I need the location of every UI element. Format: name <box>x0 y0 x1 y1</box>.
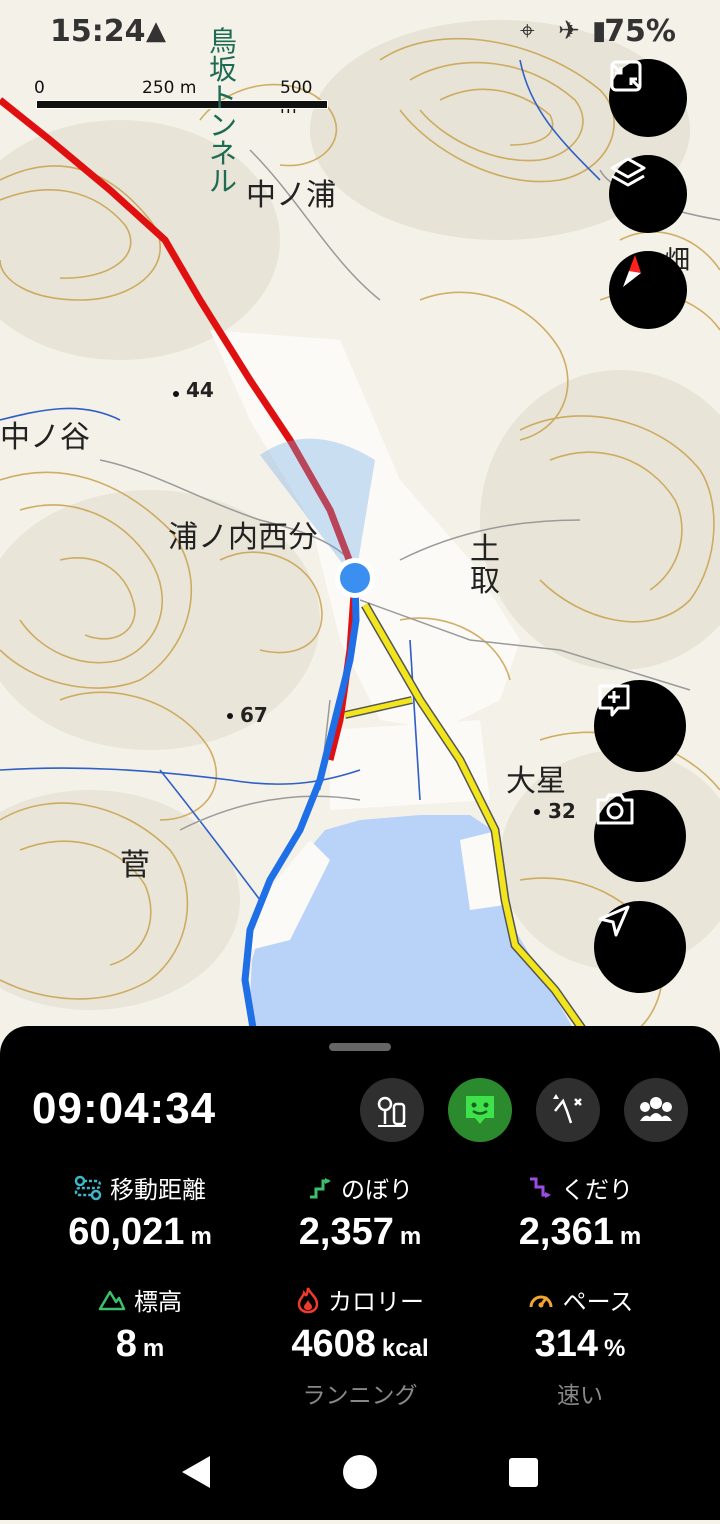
place-label-nakanotani: 中ノ谷 <box>0 420 90 455</box>
pace-unit: % <box>604 1335 626 1362</box>
ascent-icon <box>310 1177 331 1198</box>
distance-unit: m <box>190 1223 212 1250</box>
place-label-uranouchi: 浦ノ内西分 <box>168 520 318 555</box>
pace-value: 314 <box>534 1323 599 1365</box>
stat-ascent: のぼり 2,357 m <box>240 1170 480 1254</box>
calories-value: 4608 <box>291 1323 376 1365</box>
stat-calories: カロリー 4608 kcal ランニング <box>240 1282 480 1410</box>
place-label-suga: 菅 <box>120 848 150 883</box>
recents-icon <box>509 1458 538 1487</box>
navigate-button[interactable] <box>594 901 686 993</box>
add-memo-icon <box>598 684 630 717</box>
battery-level: 75% <box>604 14 676 49</box>
altitude-value: 8 <box>115 1323 137 1365</box>
waypoint-button[interactable] <box>360 1078 424 1142</box>
status-time: 15:24 <box>50 14 146 49</box>
descent-label: くだり <box>561 1176 633 1204</box>
camera-button[interactable] <box>594 790 686 882</box>
waypoint-icon <box>377 1096 406 1127</box>
route-button[interactable] <box>536 1078 600 1142</box>
location-pin-icon: ⌖ <box>520 16 535 46</box>
back-icon <box>182 1456 210 1488</box>
stat-altitude: 標高 8m <box>20 1282 260 1366</box>
calories-activity: ランニング <box>302 1383 418 1409</box>
descent-unit: m <box>619 1223 642 1250</box>
group-icon <box>640 1097 672 1121</box>
route-icon <box>553 1094 582 1124</box>
compass-icon <box>623 255 641 287</box>
elevation-label-67: 67 <box>240 703 268 727</box>
face-status-icon <box>466 1096 494 1124</box>
elapsed-time: 09:04:34 <box>32 1084 217 1133</box>
tunnel-label: 鳥坂トンネル <box>208 25 237 198</box>
navigation-arrow-icon: ▲ <box>146 16 166 46</box>
layers-button[interactable] <box>609 155 687 233</box>
speedometer-icon <box>529 1295 553 1307</box>
home-icon <box>343 1455 377 1489</box>
distance-icon <box>74 1175 102 1200</box>
place-label-toritori: 土取 <box>470 532 500 599</box>
ascent-value: 2,357 <box>298 1211 394 1253</box>
pace-label: ペース <box>562 1288 634 1316</box>
place-label-nakanoura: 中ノ浦 <box>246 178 336 213</box>
add-memo-button[interactable] <box>594 680 686 772</box>
distance-value: 60,021 <box>68 1211 185 1253</box>
ascent-unit: m <box>399 1223 422 1250</box>
scale-label-250: 250 m <box>142 78 197 98</box>
map-scale: 0 250 m 500 m <box>34 78 334 118</box>
stat-pace: ペース 314% 速い <box>460 1282 700 1410</box>
stat-distance: 移動距離 60,021 m <box>20 1170 260 1254</box>
system-navigation-bar <box>0 1420 720 1520</box>
flame-icon <box>297 1287 319 1313</box>
airplane-icon: ✈ <box>558 16 580 46</box>
distance-label: 移動距離 <box>110 1176 206 1204</box>
sheet-drag-handle[interactable] <box>329 1043 391 1051</box>
calories-label: カロリー <box>328 1288 424 1316</box>
stat-descent: くだり 2,361 m <box>460 1170 700 1254</box>
descent-value: 2,361 <box>518 1211 614 1253</box>
camera-icon <box>596 793 634 825</box>
face-status-button[interactable] <box>448 1078 512 1142</box>
group-button[interactable] <box>624 1078 688 1142</box>
scale-bar <box>36 100 328 109</box>
back-button[interactable] <box>182 1456 210 1488</box>
pace-status: 速い <box>557 1383 603 1409</box>
scale-label-500: 500 m <box>280 78 313 118</box>
recents-button[interactable] <box>509 1458 538 1487</box>
navigate-icon <box>598 905 630 937</box>
compass-button[interactable] <box>609 251 687 329</box>
elevation-label-44: 44 <box>186 378 214 402</box>
home-button[interactable] <box>343 1455 377 1489</box>
layers-icon <box>610 157 646 187</box>
scale-label-0: 0 <box>34 78 45 98</box>
elevation-label-32: 32 <box>548 799 576 823</box>
altitude-unit: m <box>142 1335 165 1362</box>
altitude-label: 標高 <box>134 1288 182 1316</box>
place-label-ohboshi: 大星 <box>506 764 566 799</box>
altitude-icon <box>98 1290 126 1310</box>
map-view[interactable]: 15:24 ▲ ⌖ ✈ ▮ 75% 0 250 m 500 m 鳥坂トンネル 中… <box>0 0 720 1040</box>
status-bar: 15:24 ▲ ⌖ ✈ ▮ 75% <box>0 12 720 52</box>
exit-fullscreen-button[interactable] <box>609 59 687 137</box>
exit-fullscreen-icon <box>610 60 642 92</box>
ascent-label: のぼり <box>341 1176 413 1204</box>
calories-unit: kcal <box>381 1335 429 1362</box>
descent-icon <box>530 1177 551 1198</box>
